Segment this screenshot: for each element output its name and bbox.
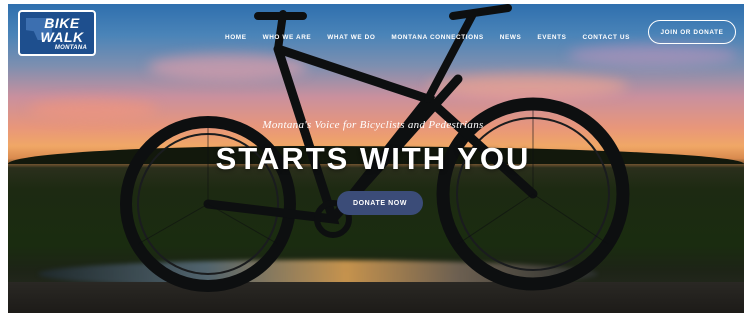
nav-what-we-do[interactable]: WHAT WE DO xyxy=(327,34,375,41)
nav-events[interactable]: EVENTS xyxy=(537,34,566,41)
main-nav: HOME WHO WE ARE WHAT WE DO MONTANA CONNE… xyxy=(225,20,736,45)
hero-tagline: Montana's Voice for Bicyclists and Pedes… xyxy=(262,119,484,131)
nav-who-we-are[interactable]: WHO WE ARE xyxy=(263,34,312,41)
nav-montana-connections[interactable]: MONTANA CONNECTIONS xyxy=(391,34,483,41)
nav-contact-us[interactable]: CONTACT US xyxy=(583,34,630,41)
nav-news[interactable]: NEWS xyxy=(500,34,522,41)
hero-headline: STARTS WITH YOU xyxy=(215,141,531,176)
nav-home[interactable]: HOME xyxy=(225,34,247,41)
logo-text-walk: WALK xyxy=(40,28,84,45)
logo-text-bike: BIKE xyxy=(44,14,80,31)
site-logo[interactable]: BIKE WALK MONTANA xyxy=(18,10,96,56)
join-or-donate-button[interactable]: JOIN OR DONATE xyxy=(648,20,736,44)
donate-now-button[interactable]: DONATE NOW xyxy=(337,191,423,215)
logo-text-montana: MONTANA xyxy=(54,44,88,51)
